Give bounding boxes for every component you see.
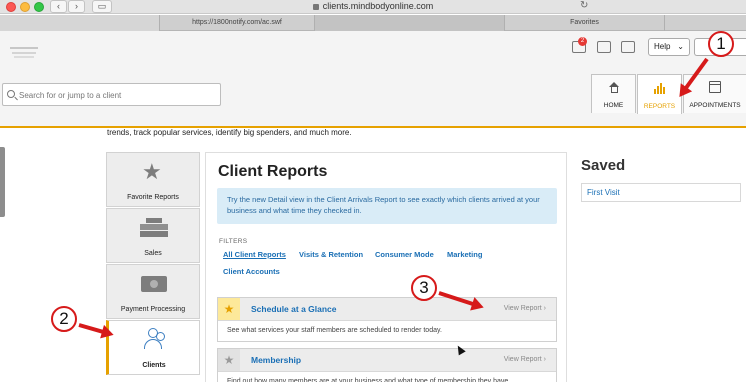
browser-tab-empty [0, 15, 160, 31]
home-icon [609, 82, 620, 93]
address-bar[interactable]: clients.mindbodyonline.com [0, 1, 746, 11]
collapse-handle[interactable] [0, 147, 5, 217]
business-logo [10, 44, 38, 60]
annotation-callout-2: 2 [51, 306, 77, 332]
page-title: Client Reports [218, 163, 328, 180]
sidebar-item-label: Clients [142, 362, 166, 369]
star-icon: ★ [142, 159, 162, 184]
annotation-callout-3: 3 [411, 275, 437, 301]
address-url: clients.mindbodyonline.com [322, 1, 434, 11]
report-category-sidebar: ★ Favorite Reports Sales Payment Process… [106, 152, 200, 382]
report-card-membership: ★ Membership View Report › Find out how … [217, 348, 557, 382]
tab-appointments-label: APPOINTMENTS [689, 102, 741, 109]
sidebar-item-label: Payment Processing [120, 306, 186, 313]
credit-card-icon [141, 276, 167, 292]
browser-tab-favorites[interactable]: Favorites [505, 15, 665, 31]
calendar-icon [709, 81, 721, 93]
report-header: ★ Membership View Report › [218, 349, 556, 372]
sidebar-item-label: Sales [144, 250, 162, 257]
annotation-callout-1: 1 [708, 31, 734, 57]
browser-tab-1[interactable]: https://1800notify.com/ac.swf [160, 15, 315, 31]
sidebar-item-clients[interactable]: Clients [106, 320, 200, 375]
favorite-star-icon[interactable]: ★ [218, 349, 240, 371]
filter-client-accounts[interactable]: Client Accounts [223, 267, 280, 276]
people-icon [142, 328, 170, 352]
filters-label: FILTERS [219, 238, 248, 245]
filter-visits-retention[interactable]: Visits & Retention [299, 250, 363, 259]
checklist-icon[interactable] [621, 41, 635, 53]
sidebar-item-label: Favorite Reports [127, 194, 179, 201]
filter-all-client-reports[interactable]: All Client Reports [223, 250, 286, 259]
filter-marketing[interactable]: Marketing [447, 250, 482, 259]
tab-home-label: HOME [603, 102, 624, 109]
report-title-link[interactable]: Schedule at a Glance [251, 304, 337, 314]
report-description: Find out how many members are at your bu… [227, 378, 509, 382]
help-button[interactable]: Help ⌄ [648, 38, 690, 56]
download-icon[interactable] [597, 41, 611, 53]
search-icon [7, 90, 15, 98]
annotation-arrow-2 [78, 323, 106, 335]
reload-icon[interactable]: ↻ [580, 0, 588, 11]
app-header: 2 Help ⌄ HOME REPORTS APPOINTMENTS [0, 31, 746, 126]
report-header: ★ Schedule at a Glance View Report › [218, 298, 556, 321]
browser-toolbar: ‹ › ▭ clients.mindbodyonline.com ↻ [0, 0, 746, 14]
tab-home[interactable]: HOME [591, 74, 636, 113]
client-search[interactable] [2, 83, 221, 106]
cash-register-icon [140, 218, 168, 240]
bar-chart-icon [654, 82, 667, 94]
chevron-down-icon: ⌄ [677, 42, 684, 51]
saved-reports-title: Saved [581, 157, 626, 174]
report-title-link[interactable]: Membership [251, 355, 301, 365]
browser-tab-2[interactable] [315, 15, 505, 31]
filter-consumer-mode[interactable]: Consumer Mode [375, 250, 434, 259]
sidebar-item-sales[interactable]: Sales [106, 208, 200, 263]
lock-icon [312, 3, 319, 10]
view-report-link[interactable]: View Report › [504, 356, 546, 363]
help-label: Help [654, 42, 671, 51]
view-report-link[interactable]: View Report › [504, 305, 546, 312]
report-card-schedule-at-a-glance: ★ Schedule at a Glance View Report › See… [217, 297, 557, 342]
info-banner: Try the new Detail view in the Client Ar… [217, 188, 557, 224]
client-reports-panel: Client Reports Try the new Detail view i… [205, 152, 567, 382]
intro-text: trends, track popular services, identify… [107, 128, 352, 137]
tab-reports-label: REPORTS [643, 103, 676, 110]
notification-badge: 2 [578, 37, 587, 46]
search-input[interactable] [19, 87, 214, 103]
favorite-star-icon[interactable]: ★ [218, 298, 240, 320]
sidebar-item-favorite-reports[interactable]: ★ Favorite Reports [106, 152, 200, 207]
report-description: See what services your staff members are… [227, 327, 442, 334]
sidebar-item-payment-processing[interactable]: Payment Processing [106, 264, 200, 319]
saved-report-item[interactable]: First Visit [581, 183, 741, 202]
browser-tab-bar: https://1800notify.com/ac.swf Favorites [0, 15, 746, 31]
saved-report-link[interactable]: First Visit [587, 188, 620, 197]
